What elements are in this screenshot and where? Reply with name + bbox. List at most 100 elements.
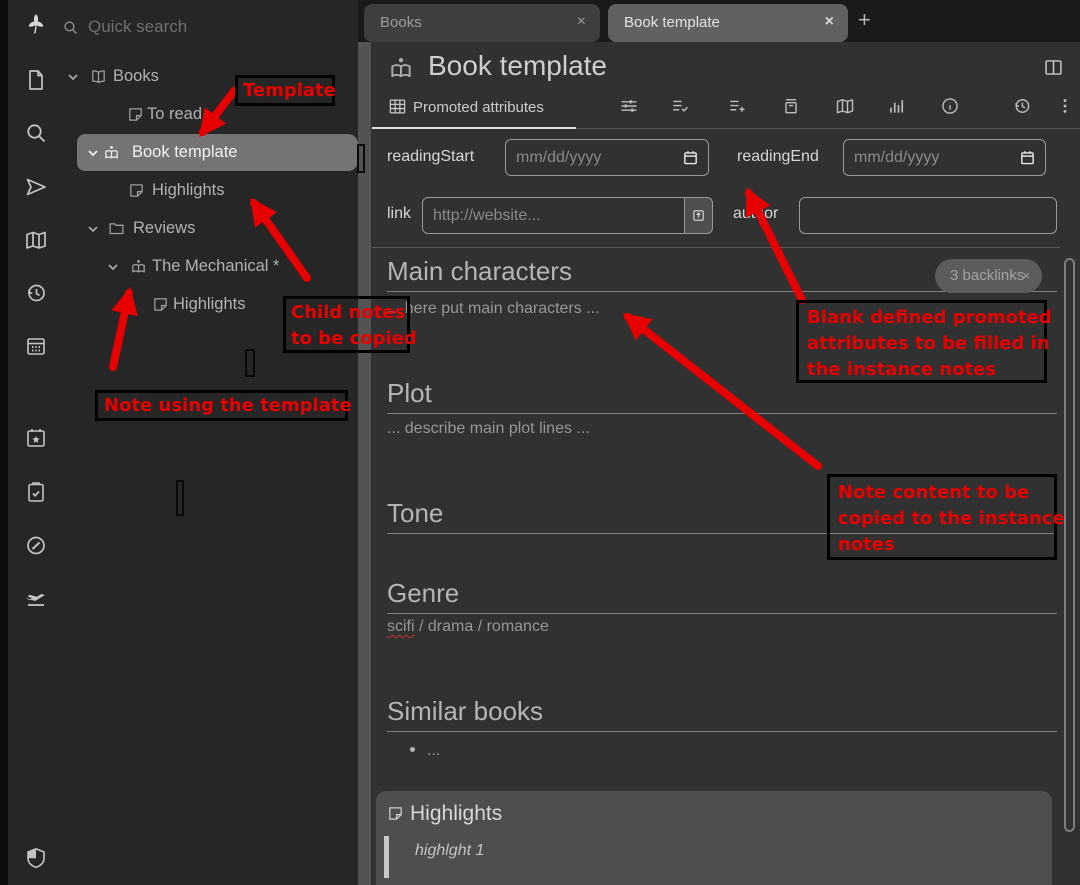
map-icon[interactable] xyxy=(24,228,48,252)
list-item-text: ... xyxy=(427,742,440,759)
tree-item-book-template[interactable]: Book template xyxy=(56,134,358,172)
book-reader-icon xyxy=(388,55,414,81)
annotation-template: Template xyxy=(235,75,335,106)
backlinks-badge[interactable]: 3 backlinks × xyxy=(935,259,1042,293)
jump-to-note-icon[interactable] xyxy=(24,175,48,199)
section-divider xyxy=(372,247,1060,248)
calendar-icon[interactable] xyxy=(682,149,699,166)
chevron-down-icon[interactable] xyxy=(65,69,81,85)
sliders-icon[interactable] xyxy=(619,96,639,116)
blockquote-text[interactable]: highlght 1 xyxy=(415,842,484,860)
tree-item-reviews[interactable]: Reviews xyxy=(56,210,358,248)
open-external-link-button[interactable] xyxy=(684,197,713,234)
new-note-icon[interactable] xyxy=(24,68,48,92)
tree-item-label[interactable]: Highlights xyxy=(152,181,224,200)
heading-similar-books: Similar books xyxy=(387,696,1057,732)
chevron-down-icon[interactable] xyxy=(105,259,121,275)
chevron-down-icon[interactable] xyxy=(85,145,101,161)
recent-changes-icon[interactable] xyxy=(24,281,48,305)
trilium-logo-icon[interactable] xyxy=(24,12,48,36)
note-tree-panel: Books To read Book template xyxy=(56,0,358,885)
search-icon[interactable] xyxy=(24,121,48,145)
note-history-icon[interactable] xyxy=(1012,96,1032,116)
tree-item-highlights[interactable]: Highlights xyxy=(56,172,358,210)
plot-text[interactable]: ... describe main plot lines ... xyxy=(387,420,590,438)
plane-land-icon[interactable] xyxy=(24,586,48,610)
main-characters-text[interactable]: ... here put main characters ... xyxy=(387,300,600,318)
heading-genre: Genre xyxy=(387,578,1057,614)
note-icon xyxy=(152,296,169,313)
reading-end-date-input[interactable] xyxy=(843,139,1046,176)
note-detail-pane: Book template Promoted attributes xyxy=(371,42,1080,885)
dashboard-icon[interactable] xyxy=(24,533,48,557)
info-icon[interactable] xyxy=(940,96,960,116)
note-title[interactable]: Book template xyxy=(428,50,607,82)
tab-book-template[interactable]: Book template × xyxy=(608,4,848,42)
launcher-bar xyxy=(8,0,56,885)
note-icon xyxy=(127,106,144,123)
tab-label[interactable]: Book template xyxy=(624,14,720,31)
close-icon[interactable]: × xyxy=(577,13,586,31)
tree-item-label[interactable]: The Mechanical * xyxy=(152,257,279,276)
screen-edge-strip xyxy=(0,0,8,885)
misspelled-word: scifi xyxy=(387,618,415,635)
book-reader-icon xyxy=(103,144,120,161)
link-label: link xyxy=(387,205,411,223)
tab-label[interactable]: Books xyxy=(380,14,422,31)
promoted-attributes-icon[interactable] xyxy=(388,97,407,116)
reading-end-label: readingEnd xyxy=(737,148,819,166)
calendar-icon[interactable] xyxy=(1019,149,1036,166)
tofu-glyph xyxy=(176,480,184,516)
genre-text[interactable]: scifi / drama / romance xyxy=(387,618,549,636)
close-icon[interactable]: × xyxy=(1022,268,1030,283)
annotation-note-using-template: Note using the template xyxy=(95,390,348,421)
new-tab-button[interactable]: + xyxy=(858,7,871,33)
tree-item-label[interactable]: Highlights xyxy=(173,295,245,314)
map-icon[interactable] xyxy=(835,96,855,116)
folder-icon xyxy=(108,220,125,237)
note-icon xyxy=(387,805,404,822)
shield-icon[interactable] xyxy=(24,846,48,870)
reading-start-date-input[interactable] xyxy=(505,139,709,176)
author-input[interactable] xyxy=(799,197,1057,234)
tab-books[interactable]: Books × xyxy=(364,4,600,42)
annotation-note-content: Note content to be copied to the instanc… xyxy=(827,474,1057,560)
bullet-icon xyxy=(410,747,415,752)
child-note-title[interactable]: Highlights xyxy=(410,802,502,826)
quick-search-input[interactable] xyxy=(88,12,328,42)
tofu-glyph xyxy=(357,144,365,173)
scrollbar-thumb[interactable] xyxy=(1064,258,1075,832)
chevron-down-icon[interactable] xyxy=(85,221,101,237)
tofu-glyph xyxy=(245,349,255,377)
tree-item-label[interactable]: Reviews xyxy=(133,219,195,238)
task-checklist-icon[interactable] xyxy=(24,480,48,504)
special-date-icon[interactable] xyxy=(24,426,48,450)
split-pane-icon[interactable] xyxy=(1043,57,1064,78)
close-icon[interactable]: × xyxy=(825,13,834,31)
book-reader-icon xyxy=(130,258,147,275)
ribbon-active-tab-label[interactable]: Promoted attributes xyxy=(413,99,544,116)
heading-plot: Plot xyxy=(387,378,1057,414)
tree-item-label[interactable]: To read xyxy=(147,105,202,124)
archive-icon[interactable] xyxy=(781,96,801,116)
author-label: author xyxy=(733,205,778,223)
list-check-icon[interactable] xyxy=(670,96,690,116)
note-icon xyxy=(128,182,145,199)
bar-chart-icon[interactable] xyxy=(886,96,906,116)
genre-text-rest: / drama / romance xyxy=(415,618,549,635)
link-input[interactable] xyxy=(422,197,685,234)
annotation-blank-attributes: Blank defined promoted attributes to be … xyxy=(796,300,1047,383)
list-plus-icon[interactable] xyxy=(727,96,747,116)
tab-bar: Books × Book template × + xyxy=(358,0,1080,42)
calendar-icon[interactable] xyxy=(24,334,48,358)
tree-item-label[interactable]: Book template xyxy=(132,143,237,162)
search-icon xyxy=(62,19,79,36)
tree-item-label[interactable]: Books xyxy=(113,67,159,86)
quick-search[interactable] xyxy=(56,10,358,46)
child-note-card[interactable]: Highlights highlght 1 xyxy=(376,791,1052,885)
tree-item-the-mechanical[interactable]: The Mechanical * xyxy=(56,248,358,286)
ribbon-underline xyxy=(371,128,1080,129)
annotation-child-notes: Child notes to be copied xyxy=(283,296,410,353)
more-options-icon[interactable] xyxy=(1055,96,1075,116)
similar-books-list-item[interactable]: ... xyxy=(387,742,440,760)
